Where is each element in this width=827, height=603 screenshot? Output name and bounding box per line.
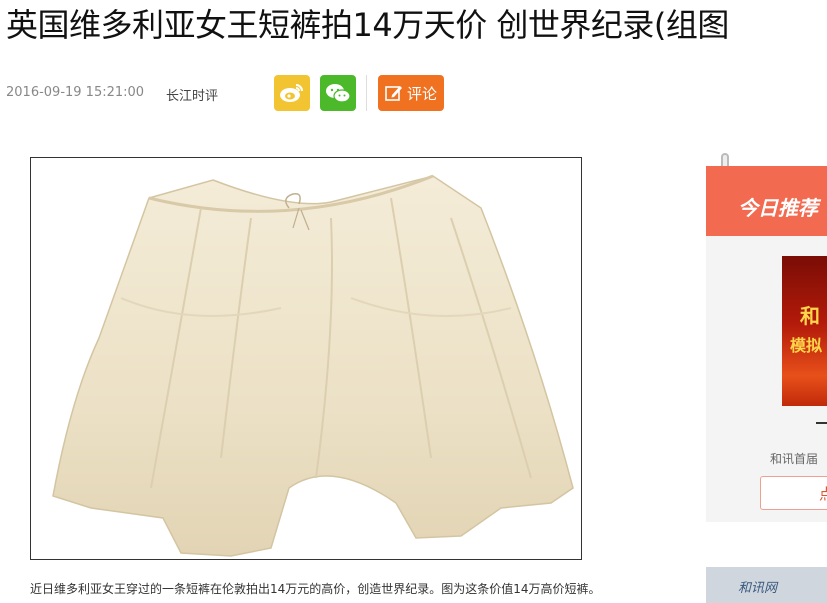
photo-caption: 近日维多利亚女王穿过的一条短裤在伦敦拍出14万元的高价，创造世界纪录。图为这条价… [30, 582, 601, 596]
shorts-image [31, 158, 581, 559]
share-weibo-button[interactable] [274, 75, 310, 111]
weibo-icon [280, 84, 303, 102]
recommend-button-label: 点 [819, 484, 827, 503]
edit-icon [385, 86, 402, 101]
divider [366, 75, 367, 111]
publish-date: 2016-09-19 15:21:00 [6, 85, 145, 100]
article-source[interactable]: 长江时评 [166, 85, 218, 104]
sidebar-banner-text: 和讯网 [738, 581, 778, 596]
sidebar-banner[interactable]: 和讯网 [706, 567, 827, 603]
wechat-icon [326, 84, 351, 103]
article-photo [30, 157, 582, 560]
recommend-header: 今日推荐 [706, 166, 827, 236]
ad-text-line2: 模拟 [790, 336, 823, 355]
comment-button[interactable]: 评论 [378, 75, 444, 111]
article-meta: 2016-09-19 15:21:00 长江时评 评论 [6, 75, 827, 111]
recommend-description[interactable]: 和讯首届 [770, 450, 818, 467]
recommend-action-button[interactable]: 点 [760, 476, 827, 510]
article-title: 英国维多利亚女王短裤拍14万天价 创世界纪录(组图 [6, 6, 729, 44]
recommend-title: 今日推荐 [738, 196, 818, 220]
recommend-ad-image[interactable]: 和 模拟 [782, 256, 827, 406]
comment-label: 评论 [406, 84, 437, 103]
recommend-panel: 今日推荐 和 模拟 和讯首届 点 [706, 166, 827, 522]
recommend-dash [816, 422, 827, 424]
share-wechat-button[interactable] [320, 75, 356, 111]
ad-text-line1: 和 [800, 304, 820, 328]
